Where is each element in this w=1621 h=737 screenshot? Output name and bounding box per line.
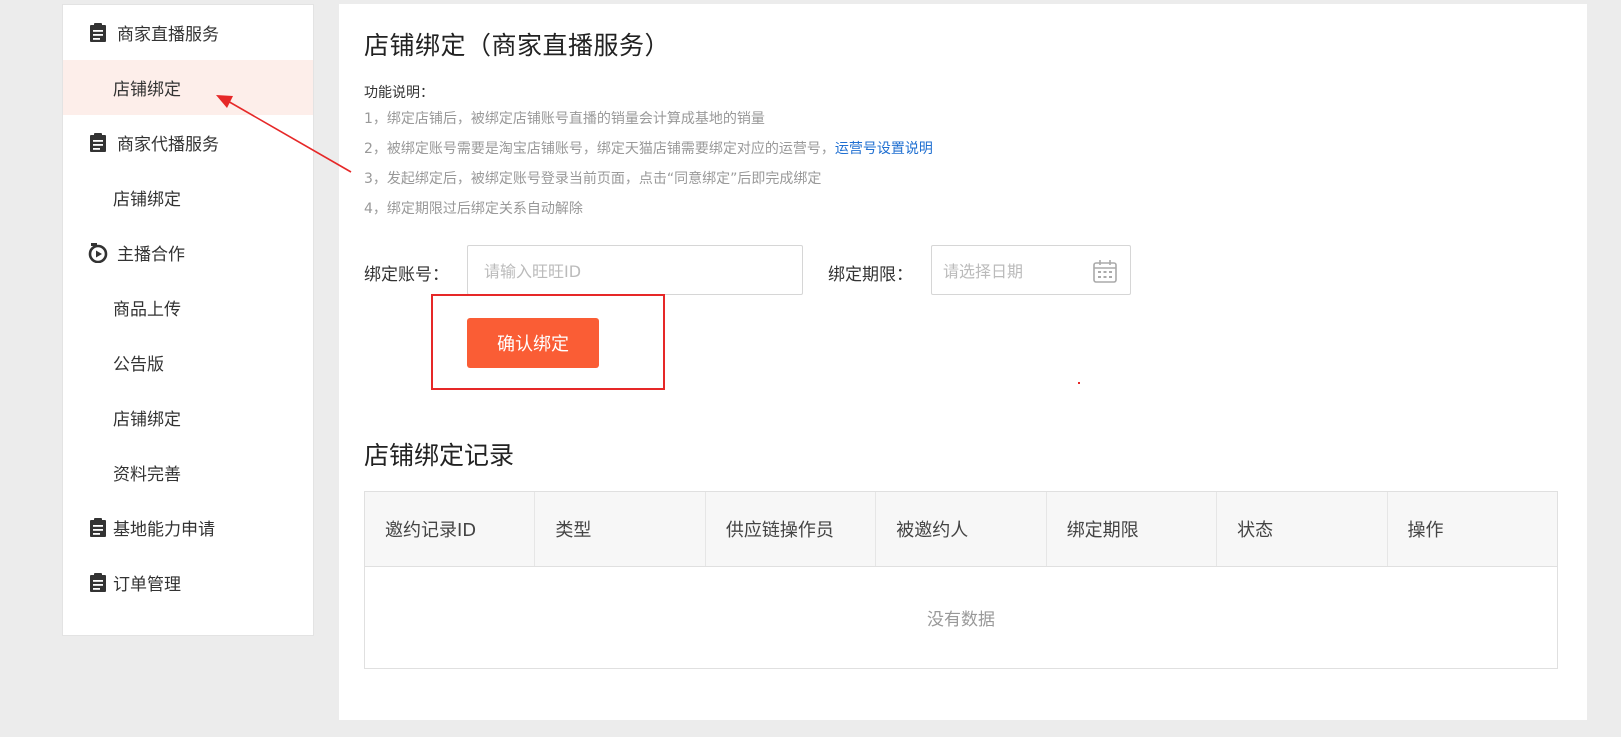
nav-group-merchant-live[interactable]: 商家直播服务 — [63, 5, 313, 60]
nav-group-anchor-cooperation[interactable]: 主播合作 — [63, 225, 313, 280]
nav-item-label: 资料完善 — [113, 465, 181, 485]
account-label: 绑定账号： — [364, 265, 449, 285]
clipboard-icon — [88, 517, 108, 538]
page-title: 店铺绑定（商家直播服务） — [364, 31, 671, 60]
sidebar: 商家直播服务 店铺绑定 商家代播服务 店铺绑定 主播合作 商品上传 公告版 店铺… — [62, 4, 314, 636]
description-line: 4，绑定期限过后绑定关系自动解除 — [364, 201, 583, 217]
period-date-input[interactable]: 请选择日期 — [931, 245, 1131, 295]
column-header: 操作 — [1407, 520, 1444, 541]
account-input[interactable]: 请输入旺旺ID — [467, 245, 803, 295]
period-label: 绑定期限： — [828, 265, 913, 285]
nav-group-merchant-proxy[interactable]: 商家代播服务 — [63, 115, 313, 170]
records-section-title: 店铺绑定记录 — [364, 441, 515, 470]
description-line: 2，被绑定账号需要是淘宝店铺账号，绑定天猫店铺需要绑定对应的运营号，运营号设置说… — [364, 138, 933, 158]
column-header: 供应链操作员 — [706, 492, 877, 566]
nav-item-label: 店铺绑定 — [113, 80, 181, 100]
annotation-dot — [1078, 382, 1080, 384]
records-table: 邀约记录ID 类型 供应链操作员 被邀约人 绑定期限 状态 操作 没有数据 — [364, 491, 1558, 669]
clipboard-icon — [88, 22, 108, 43]
records-table-header: 邀约记录ID 类型 供应链操作员 被邀约人 绑定期限 状态 操作 — [365, 492, 1557, 567]
nav-group-label: 订单管理 — [113, 575, 181, 595]
nav-item-label: 店铺绑定 — [113, 410, 181, 430]
column-header: 类型 — [535, 492, 706, 566]
description-title: 功能说明： — [364, 85, 434, 101]
nav-group-label: 主播合作 — [117, 245, 185, 265]
confirm-bind-button[interactable]: 确认绑定 — [467, 318, 599, 368]
column-header: 状态 — [1217, 492, 1388, 566]
nav-item-profile-completion[interactable]: 资料完善 — [63, 445, 313, 500]
operation-account-help-link[interactable]: 运营号设置说明 — [835, 141, 933, 157]
nav-group-label: 基地能力申请 — [113, 520, 215, 540]
column-header: 被邀约人 — [876, 492, 1047, 566]
description-text: 2，被绑定账号需要是淘宝店铺账号，绑定天猫店铺需要绑定对应的运营号， — [364, 141, 835, 157]
main-panel: 店铺绑定（商家直播服务） 功能说明： 1，绑定店铺后，被绑定店铺账号直播的销量会… — [339, 4, 1587, 720]
nav-item-store-binding-live[interactable]: 店铺绑定 — [63, 60, 313, 115]
nav-item-bulletin[interactable]: 公告版 — [63, 335, 313, 390]
nav-item-product-upload[interactable]: 商品上传 — [63, 280, 313, 335]
live-play-icon — [88, 242, 108, 263]
column-header: 绑定期限 — [1047, 492, 1218, 566]
nav-item-label: 店铺绑定 — [113, 190, 181, 210]
period-placeholder: 请选择日期 — [943, 262, 1024, 281]
nav-item-label: 公告版 — [113, 355, 164, 375]
nav-item-label: 商品上传 — [113, 300, 181, 320]
empty-state: 没有数据 — [927, 610, 995, 630]
nav-item-store-binding-proxy[interactable]: 店铺绑定 — [63, 170, 313, 225]
nav-group-order-management[interactable]: 订单管理 — [63, 555, 313, 610]
clipboard-icon — [88, 132, 108, 153]
nav-group-label: 商家代播服务 — [117, 135, 219, 155]
nav-item-store-binding-anchor[interactable]: 店铺绑定 — [63, 390, 313, 445]
nav-group-base-capability[interactable]: 基地能力申请 — [63, 500, 313, 555]
description-line: 1，绑定店铺后，被绑定店铺账号直播的销量会计算成基地的销量 — [364, 111, 765, 127]
calendar-icon[interactable] — [1092, 258, 1118, 284]
nav-group-label: 商家直播服务 — [117, 25, 219, 45]
clipboard-icon — [88, 572, 108, 593]
account-placeholder: 请输入旺旺ID — [484, 262, 582, 281]
column-header: 邀约记录ID — [365, 492, 536, 566]
description-line: 3，发起绑定后，被绑定账号登录当前页面，点击“同意绑定”后即完成绑定 — [364, 171, 822, 187]
